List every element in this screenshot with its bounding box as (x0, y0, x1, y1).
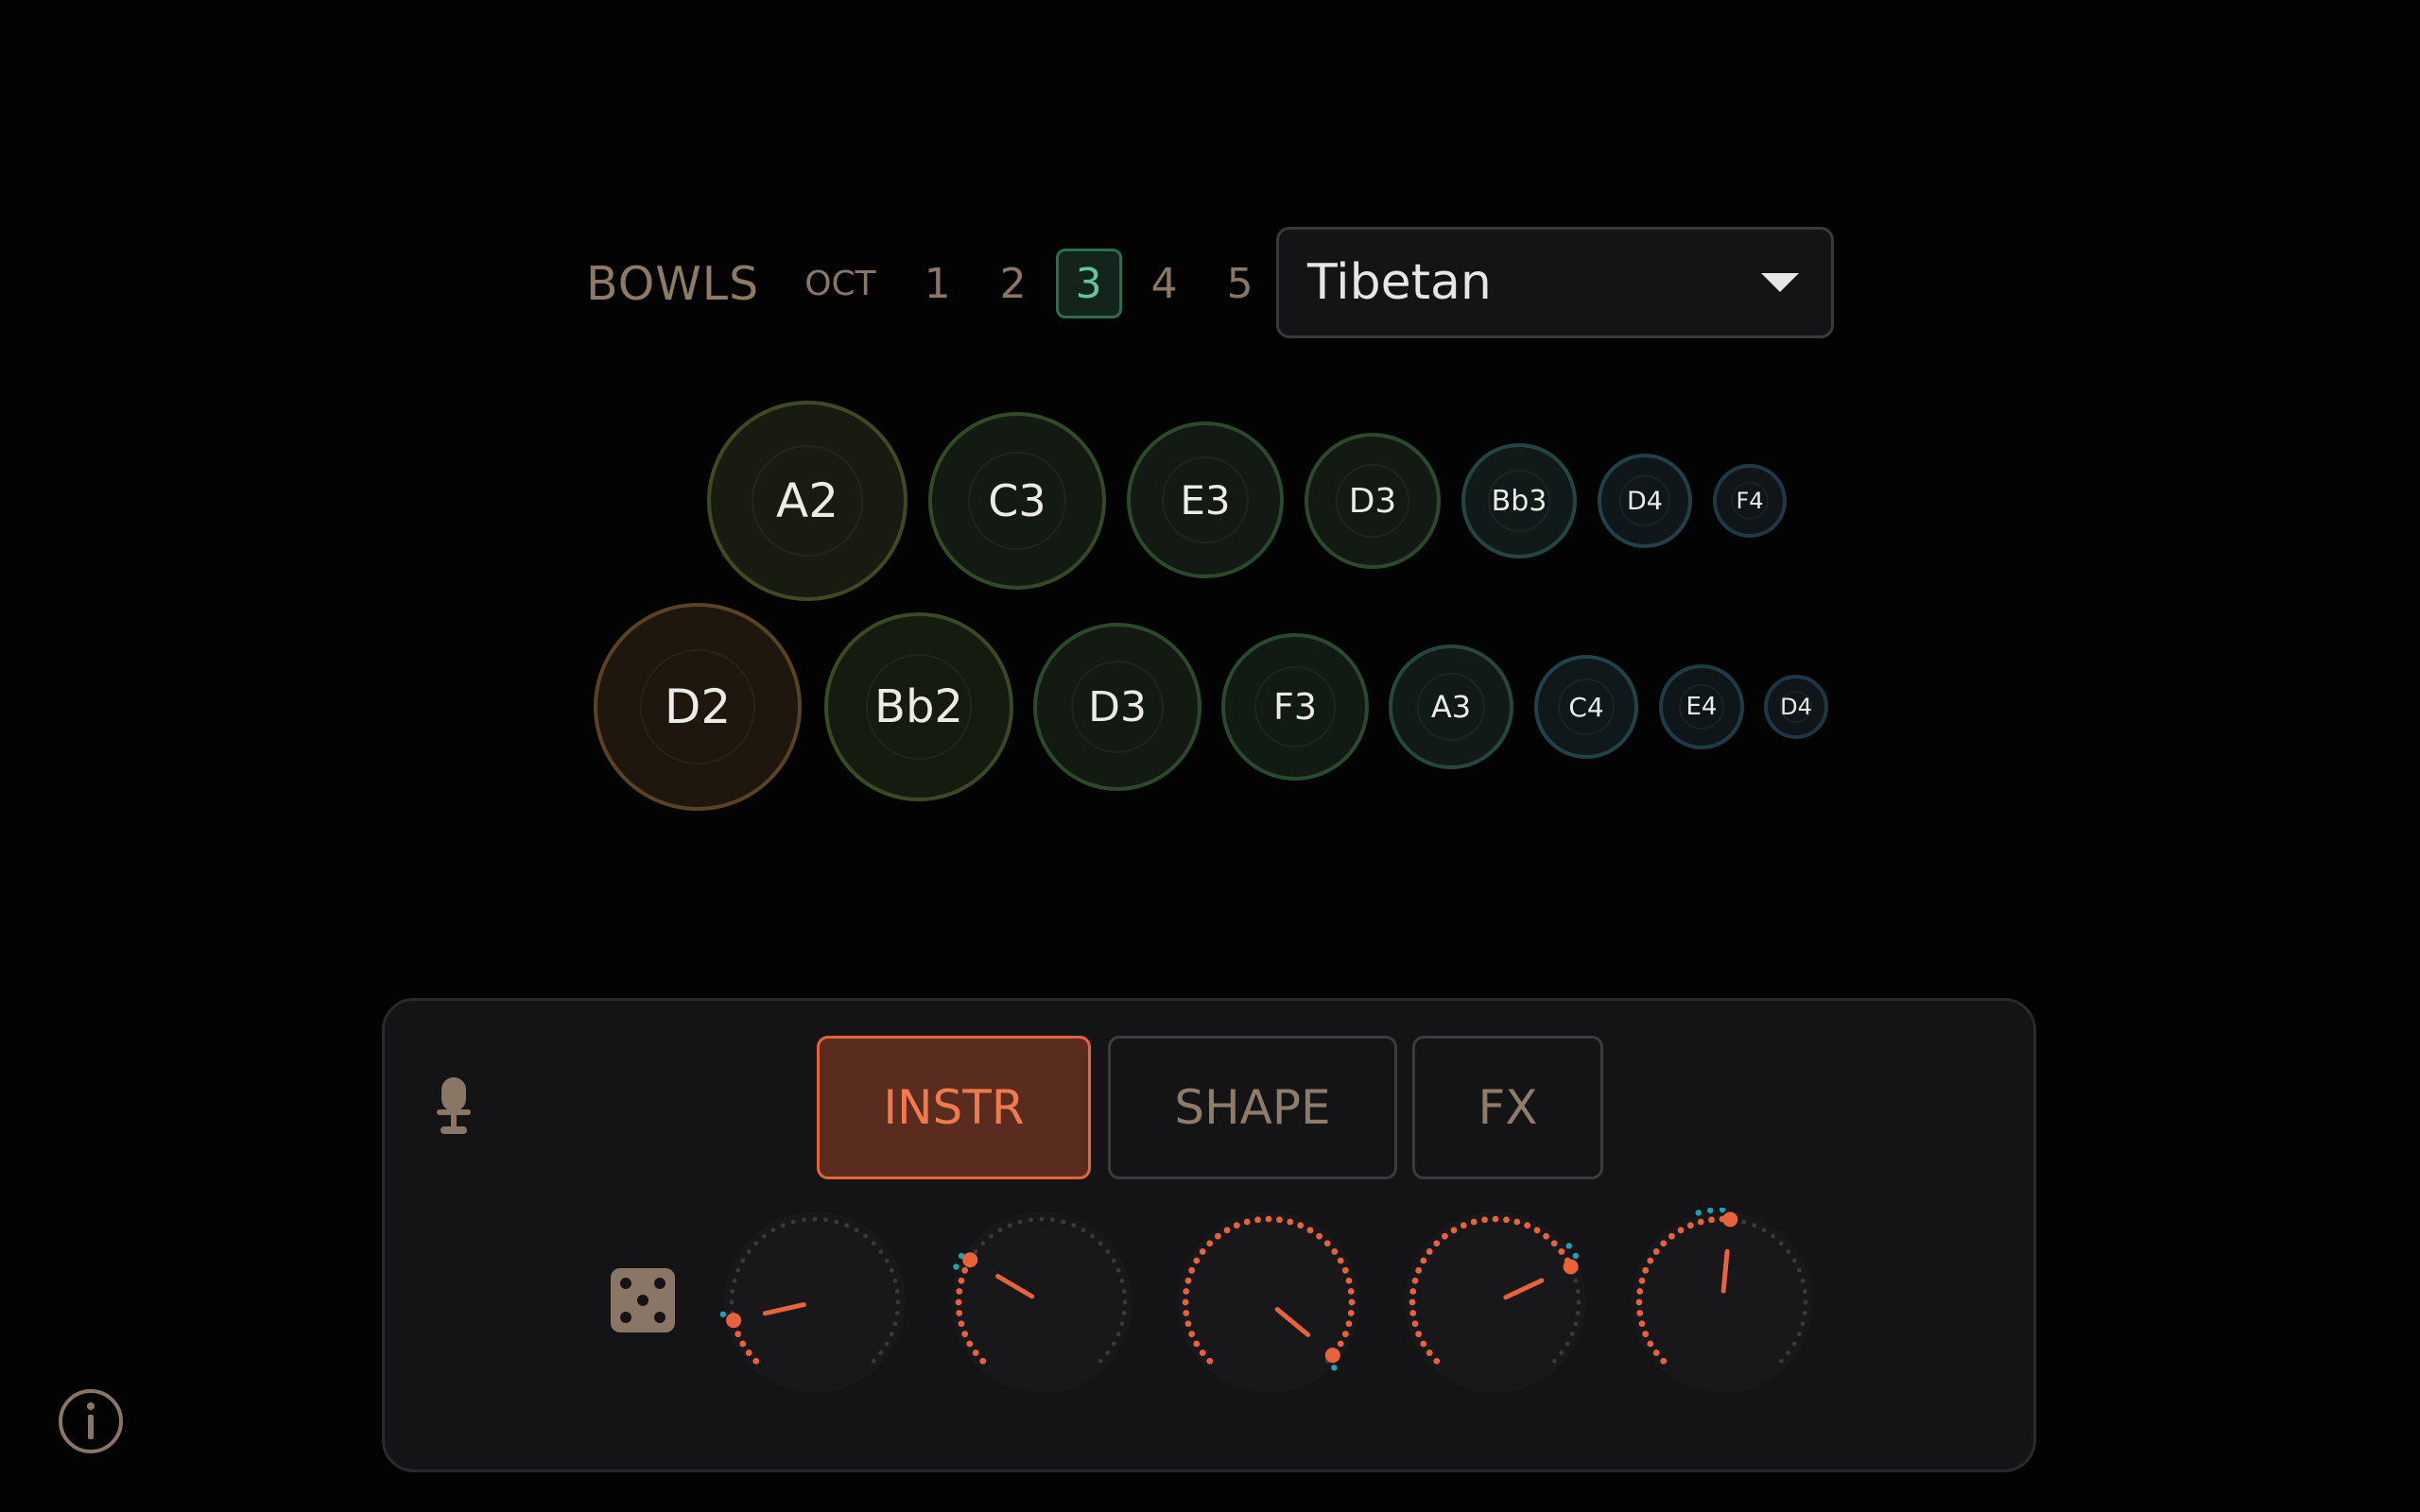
bowl-f3[interactable]: F3 (1221, 633, 1369, 781)
knob-1[interactable] (720, 1208, 909, 1397)
bowl-d3[interactable]: D3 (1305, 433, 1441, 569)
bowl-label: E3 (1180, 476, 1231, 524)
octave-4-button[interactable]: 4 (1132, 249, 1198, 318)
bowl-bb3[interactable]: Bb3 (1461, 443, 1577, 558)
bowl-c4[interactable]: C4 (1534, 655, 1638, 759)
bowl-a2[interactable]: A2 (707, 401, 908, 601)
tab-shape[interactable]: SHAPE (1108, 1036, 1397, 1179)
bowl-label: D4 (1780, 694, 1812, 720)
octave-3-button[interactable]: 3 (1055, 249, 1122, 318)
tab-fx[interactable]: FX (1412, 1036, 1603, 1179)
octave-1-button[interactable]: 1 (905, 249, 971, 318)
bowl-bb2[interactable]: Bb2 (824, 612, 1013, 801)
bowl-label: A2 (775, 473, 838, 528)
scale-value: Tibetan (1307, 254, 1492, 311)
bowl-label: F4 (1736, 488, 1764, 514)
bowls-label: BOWLS (586, 256, 760, 311)
octave-2-button[interactable]: 2 (980, 249, 1046, 318)
bowl-label: D2 (664, 679, 732, 734)
microphone-icon[interactable] (429, 1074, 478, 1138)
bowl-d3-low[interactable]: D3 (1033, 623, 1201, 791)
chevron-down-icon (1761, 273, 1799, 292)
bowl-d2[interactable]: D2 (594, 603, 802, 811)
bowl-a3[interactable]: A3 (1389, 644, 1513, 769)
bowl-c3[interactable]: C3 (928, 412, 1106, 590)
bowl-label: C3 (988, 475, 1046, 526)
bowl-label: Bb2 (874, 680, 963, 733)
bowl-label: E4 (1685, 693, 1718, 721)
knob-3[interactable] (1174, 1208, 1363, 1397)
knob-4[interactable] (1401, 1208, 1590, 1397)
tab-instr[interactable]: INSTR (817, 1036, 1091, 1179)
bowl-d4[interactable]: D4 (1598, 454, 1692, 548)
oct-label: OCT (804, 264, 876, 303)
info-icon[interactable] (57, 1387, 125, 1455)
bowl-label: D3 (1088, 682, 1147, 731)
bowl-label: D4 (1627, 486, 1663, 516)
bowl-label: A3 (1430, 689, 1472, 725)
bowl-d4-high[interactable]: D4 (1764, 675, 1828, 739)
bowl-e4[interactable]: E4 (1659, 664, 1744, 749)
dice-icon[interactable] (609, 1266, 677, 1334)
bowl-f4[interactable]: F4 (1713, 464, 1787, 538)
bowl-label: C4 (1568, 691, 1604, 723)
octave-bar: BOWLS OCT 1 2 3 4 5 (586, 227, 1283, 340)
knob-2[interactable] (947, 1208, 1136, 1397)
bowl-label: F3 (1272, 686, 1318, 728)
bowl-label: Bb3 (1491, 484, 1547, 518)
scale-dropdown[interactable]: Tibetan (1276, 227, 1834, 338)
octave-5-button[interactable]: 5 (1207, 249, 1273, 318)
knob-5[interactable] (1628, 1208, 1817, 1397)
bowl-label: D3 (1348, 481, 1397, 521)
bowl-e3[interactable]: E3 (1127, 421, 1284, 578)
app-root: BOWLS OCT 1 2 3 4 5 Tibetan A2 C3 E3 D3 … (0, 0, 2420, 1512)
